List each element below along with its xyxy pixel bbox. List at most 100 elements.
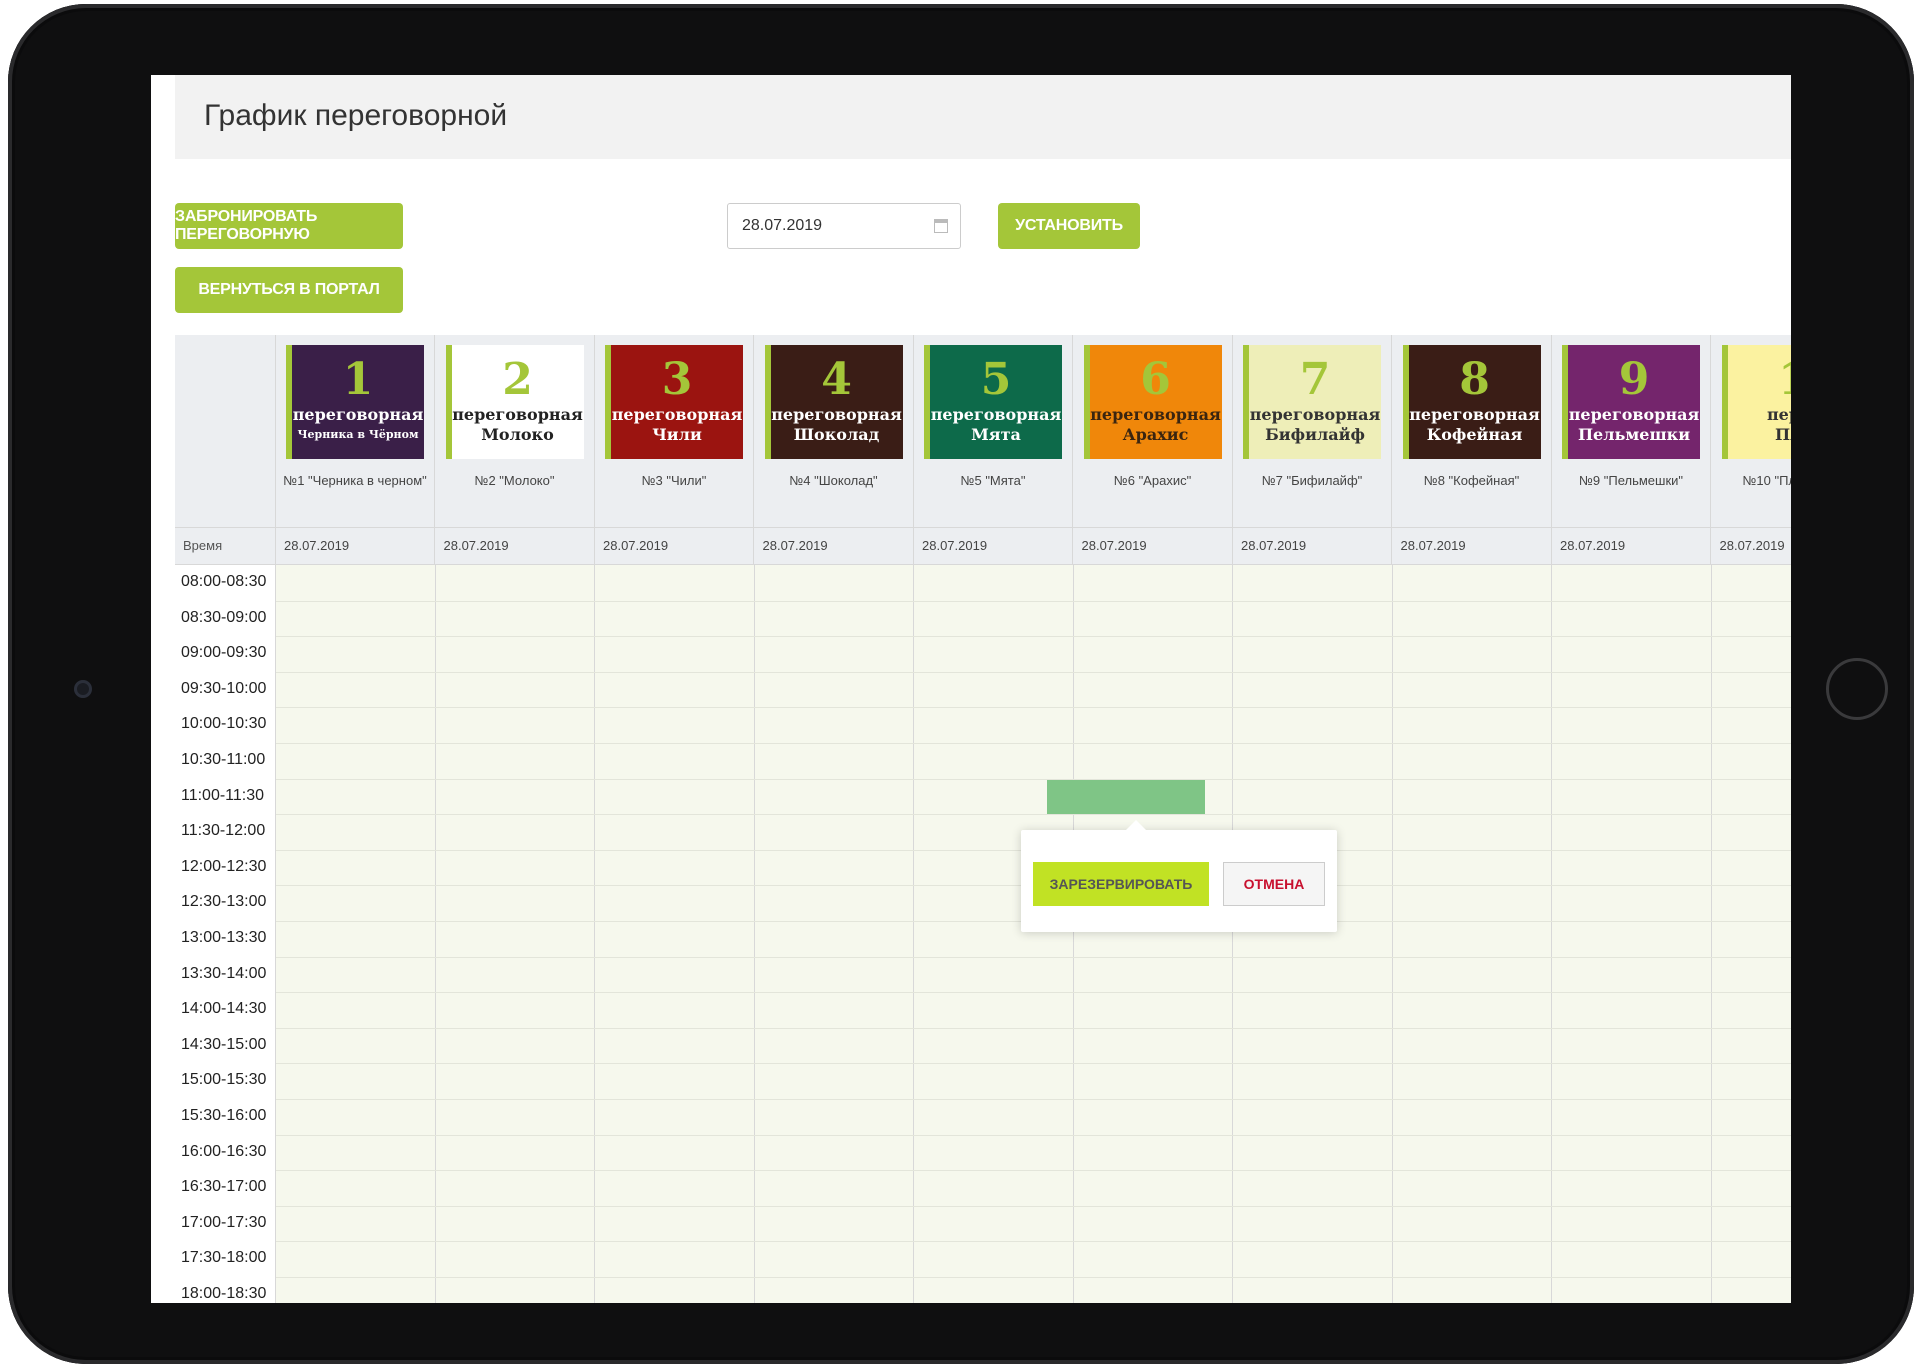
room-logo-subtitle: Мята bbox=[971, 425, 1021, 444]
row-divider bbox=[276, 956, 1791, 958]
room-logo-subtitle: Шоколад bbox=[793, 425, 880, 444]
reserve-button[interactable]: ЗАРЕЗЕРВИРОВАТЬ bbox=[1033, 862, 1209, 906]
date-input[interactable]: 28.07.2019 bbox=[727, 203, 961, 249]
time-slot-label: 08:00-08:30 bbox=[181, 573, 267, 590]
column-divider bbox=[1551, 565, 1552, 1303]
room-logo-5: 5 переговорная Мята bbox=[924, 345, 1062, 459]
row-divider bbox=[276, 636, 1791, 638]
room-date-8: 28.07.2019 bbox=[1400, 538, 1466, 553]
room-logo-number: 6 bbox=[1140, 354, 1171, 405]
room-logo-8: 8 переговорная Кофейная bbox=[1402, 345, 1541, 459]
room-logo-subtitle: Чили bbox=[652, 425, 702, 444]
room-logo-word: переговорная bbox=[292, 405, 424, 424]
time-slot-label: 09:30-10:00 bbox=[181, 679, 267, 697]
column-divider bbox=[1072, 565, 1074, 1303]
time-slot-label: 18:00-18:30 bbox=[181, 1285, 267, 1302]
room-logo-number: 8 bbox=[1459, 354, 1490, 405]
column-divider bbox=[913, 565, 914, 1303]
row-divider bbox=[276, 707, 1791, 709]
room-date-10: 28.07.2019 bbox=[1719, 538, 1785, 553]
room-caption: №2 "Молоко" bbox=[474, 473, 555, 488]
room-logo-subtitle: Бифилайф bbox=[1265, 425, 1365, 444]
room-logo-word: переговорная bbox=[1409, 405, 1540, 424]
row-divider bbox=[276, 1027, 1791, 1029]
room-date-3: 28.07.2019 bbox=[603, 538, 669, 553]
room-date-6: 28.07.2019 bbox=[1081, 538, 1147, 553]
date-row: Время 28.07.2019 28.07.2019 28.07.2019 28.0… bbox=[175, 527, 1791, 565]
room-logo-1: 1 переговорная Черника в Чёрном bbox=[286, 345, 424, 459]
time-slot-label: 12:30-13:00 bbox=[181, 893, 267, 911]
time-slot-label: 16:00-16:30 bbox=[181, 1142, 267, 1160]
popover-arrow bbox=[1126, 820, 1146, 830]
screen: График переговорной ЗАБРОНИРОВАТЬ ПЕРЕГО… bbox=[151, 75, 1791, 1303]
room-logo-word: перег bbox=[1766, 405, 1791, 424]
column-divider bbox=[1232, 565, 1233, 1303]
set-date-button[interactable]: УСТАНОВИТЬ bbox=[998, 203, 1140, 249]
row-divider bbox=[276, 671, 1791, 673]
time-slot-label: 09:00-09:30 bbox=[181, 644, 267, 662]
column-divider bbox=[275, 565, 276, 1303]
room-logo-subtitle: Пло bbox=[1774, 425, 1791, 444]
home-button[interactable] bbox=[1826, 658, 1888, 720]
room-logo-word: переговорная bbox=[1249, 405, 1381, 424]
room-logo-word: переговорная bbox=[452, 405, 583, 424]
time-slot-label: 13:00-13:30 bbox=[181, 929, 267, 946]
time-slot-label: 10:30-11:00 bbox=[181, 751, 266, 768]
time-slot-label: 13:30-14:00 bbox=[181, 964, 267, 982]
page-title: График переговорной bbox=[204, 99, 508, 132]
title-bar: График переговорной bbox=[175, 75, 1791, 159]
room-logo-number: 5 bbox=[980, 354, 1012, 405]
cancel-button[interactable]: ОТМЕНА bbox=[1223, 862, 1325, 906]
room-logo-number: 9 bbox=[1618, 354, 1650, 405]
tablet-frame: График переговорной ЗАБРОНИРОВАТЬ ПЕРЕГО… bbox=[8, 4, 1914, 1364]
room-caption: №10 "Пло на 11 bbox=[1742, 473, 1791, 488]
time-slot-label: 17:30-18:00 bbox=[181, 1249, 267, 1267]
calendar-icon[interactable] bbox=[934, 219, 948, 233]
room-logo-9: 9 переговорная Пельмешки bbox=[1562, 345, 1700, 459]
row-divider bbox=[276, 743, 1791, 744]
book-room-button[interactable]: ЗАБРОНИРОВАТЬ ПЕРЕГОВОРНУЮ bbox=[175, 203, 403, 249]
row-divider bbox=[276, 1205, 1791, 1207]
room-logo-word: переговорная bbox=[930, 405, 1062, 424]
row-divider bbox=[276, 1099, 1791, 1100]
column-divider bbox=[594, 565, 595, 1303]
selected-slot[interactable] bbox=[1047, 780, 1205, 814]
room-logo-subtitle: Арахис bbox=[1122, 425, 1189, 444]
room-caption: №4 "Шоколад" bbox=[789, 473, 878, 488]
time-slot-label: 10:00-10:30 bbox=[181, 715, 267, 733]
room-caption: №6 "Арахис" bbox=[1113, 473, 1192, 488]
room-caption: №9 "Пельмешки" bbox=[1578, 473, 1684, 488]
row-divider bbox=[276, 600, 1791, 602]
row-divider bbox=[276, 1277, 1791, 1278]
row-divider bbox=[276, 1241, 1791, 1243]
column-divider bbox=[1710, 565, 1712, 1303]
room-date-5: 28.07.2019 bbox=[922, 538, 988, 553]
room-logo-word: переговорная bbox=[1568, 405, 1700, 424]
time-slot-label: 08:30-09:00 bbox=[181, 608, 267, 626]
time-header-label: Время bbox=[183, 538, 223, 553]
room-date-1: 28.07.2019 bbox=[284, 538, 350, 553]
time-slot-label: 11:00-11:30 bbox=[181, 786, 265, 804]
room-logo-number: 1 bbox=[1728, 355, 1791, 405]
camera-icon bbox=[74, 680, 92, 698]
room-logo-number: 3 bbox=[661, 354, 693, 405]
room-logo-subtitle: Пельмешки bbox=[1577, 425, 1691, 444]
time-slot-label: 14:30-15:00 bbox=[181, 1035, 267, 1053]
room-caption: №1 "Черника в черном" bbox=[283, 473, 427, 488]
room-logo-7: 7 переговорная Бифилайф bbox=[1243, 345, 1381, 459]
back-to-portal-button[interactable]: ВЕРНУТЬСЯ В ПОРТАЛ bbox=[175, 267, 403, 313]
room-logo-number: 2 bbox=[502, 354, 533, 405]
column-divider bbox=[1391, 565, 1393, 1303]
time-slot-label: 11:30-12:00 bbox=[181, 822, 266, 840]
room-logo-subtitle: Черника в Чёрном bbox=[297, 428, 419, 441]
room-logo-6: 6 переговорная Арахис bbox=[1083, 345, 1222, 459]
room-caption: №7 "Бифилайф" bbox=[1261, 473, 1363, 488]
date-input-value: 28.07.2019 bbox=[742, 217, 823, 234]
time-slot-label: 15:30-16:00 bbox=[181, 1107, 267, 1124]
time-slot-label: 16:30-17:00 bbox=[181, 1178, 267, 1196]
room-logo-number: 1 bbox=[342, 354, 374, 405]
column-divider bbox=[753, 565, 755, 1303]
row-divider bbox=[276, 778, 1791, 780]
room-caption: №5 "Мята" bbox=[960, 473, 1026, 488]
room-logo-4: 4 переговорная Шоколад bbox=[764, 345, 903, 459]
